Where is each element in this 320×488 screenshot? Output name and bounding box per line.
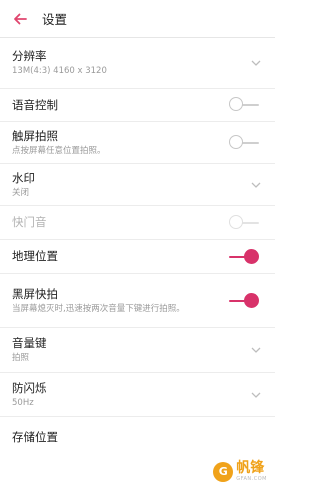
- chevron-down-icon: [251, 60, 261, 66]
- toggle-knob: [229, 214, 243, 229]
- setting-shutter-sound[interactable]: 快门音: [0, 206, 275, 240]
- setting-watermark[interactable]: 水印 关闭: [0, 164, 275, 206]
- setting-touch-capture[interactable]: 触屏拍照 点按屏幕任意位置拍照。: [0, 122, 275, 164]
- setting-label: 存储位置: [12, 429, 58, 444]
- toggle-knob: [244, 292, 259, 308]
- chevron-down-icon: [251, 347, 261, 353]
- setting-value: 50Hz: [12, 397, 34, 408]
- setting-volume-key[interactable]: 音量键 拍照: [0, 328, 275, 373]
- voice-control-toggle[interactable]: [229, 97, 259, 113]
- setting-label: 快门音: [12, 215, 47, 229]
- setting-storage-location[interactable]: 存储位置: [0, 417, 275, 457]
- setting-value: 13M(4:3) 4160 x 3120: [12, 66, 107, 76]
- setting-label: 水印: [12, 170, 35, 185]
- toggle-knob: [244, 248, 259, 264]
- setting-label: 语音控制: [12, 97, 58, 112]
- setting-description: 当屏幕熄灭时,迅速按两次音量下键进行拍照。: [12, 303, 185, 314]
- location-toggle[interactable]: [229, 248, 259, 265]
- watermark-logo-icon: G: [213, 461, 234, 482]
- shutter-sound-toggle[interactable]: [229, 214, 259, 231]
- setting-location[interactable]: 地理位置: [0, 240, 275, 274]
- back-button[interactable]: [0, 0, 40, 37]
- app-bar: 设置: [0, 0, 275, 38]
- setting-label: 触屏拍照: [12, 128, 58, 143]
- chevron-down-icon: [251, 182, 261, 188]
- watermark-sub: GFAN.COM: [236, 476, 267, 482]
- toggle-knob: [229, 134, 243, 149]
- setting-value: 关闭: [12, 187, 30, 198]
- setting-label: 分辨率: [12, 49, 47, 63]
- watermark-text: 帆锋 GFAN.COM: [236, 460, 267, 483]
- back-arrow-icon: [14, 13, 27, 24]
- watermark-main: 帆锋: [236, 460, 265, 476]
- page-title: 设置: [42, 12, 68, 27]
- setting-value: 拍照: [12, 353, 30, 363]
- setting-quick-snap[interactable]: 黑屏快拍 当屏幕熄灭时,迅速按两次音量下键进行拍照。: [0, 274, 275, 328]
- setting-label: 音量键: [12, 336, 47, 350]
- setting-label: 黑屏快拍: [12, 286, 58, 301]
- setting-voice-control[interactable]: 语音控制: [0, 89, 275, 122]
- touch-capture-toggle[interactable]: [229, 134, 259, 151]
- setting-label: 地理位置: [12, 249, 58, 263]
- setting-resolution[interactable]: 分辨率 13M(4:3) 4160 x 3120: [0, 38, 275, 89]
- quick-snap-toggle[interactable]: [229, 292, 259, 309]
- toggle-knob: [229, 97, 243, 111]
- watermark: G 帆锋 GFAN.COM: [213, 461, 267, 482]
- chevron-down-icon: [251, 392, 261, 398]
- setting-anti-flicker[interactable]: 防闪烁 50Hz: [0, 373, 275, 417]
- setting-label: 防闪烁: [12, 380, 47, 395]
- setting-description: 点按屏幕任意位置拍照。: [12, 145, 106, 156]
